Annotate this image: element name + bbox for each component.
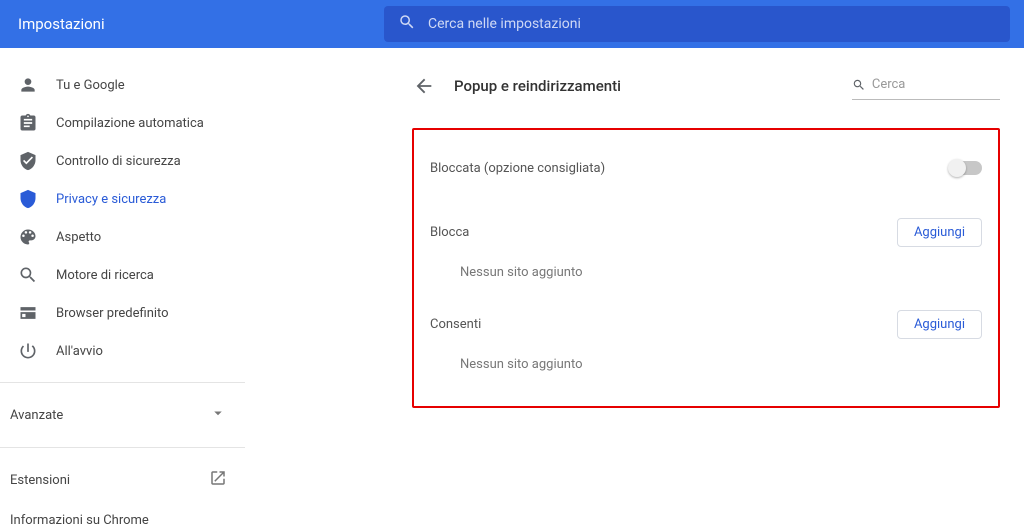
app-header: Impostazioni bbox=[0, 0, 1024, 48]
search-icon bbox=[18, 265, 38, 285]
sidebar-item-label: Browser predefinito bbox=[56, 306, 169, 321]
sidebar-item-label: All'avvio bbox=[56, 344, 103, 359]
sidebar-divider bbox=[0, 447, 245, 448]
block-empty-text: Nessun sito aggiunto bbox=[430, 253, 982, 298]
sidebar-advanced[interactable]: Avanzate bbox=[0, 395, 245, 435]
sidebar-item-label: Motore di ricerca bbox=[56, 268, 154, 283]
sidebar-item-autofill[interactable]: Compilazione automatica bbox=[0, 104, 245, 142]
sidebar-item-you-and-google[interactable]: Tu e Google bbox=[0, 66, 245, 104]
global-search[interactable] bbox=[384, 6, 1010, 42]
page-search[interactable] bbox=[852, 72, 1000, 100]
sidebar-item-label: Compilazione automatica bbox=[56, 116, 204, 131]
add-allow-button[interactable]: Aggiungi bbox=[897, 310, 982, 339]
sidebar-extensions[interactable]: Estensioni bbox=[0, 460, 245, 500]
sidebar-item-appearance[interactable]: Aspetto bbox=[0, 218, 245, 256]
sidebar-advanced-label: Avanzate bbox=[10, 408, 63, 423]
allow-section-title: Consenti bbox=[430, 317, 481, 332]
sidebar-item-default-browser[interactable]: Browser predefinito bbox=[0, 294, 245, 332]
allow-empty-text: Nessun sito aggiunto bbox=[430, 345, 982, 390]
block-section-title: Blocca bbox=[430, 225, 469, 240]
setting-row-blocked-recommended: Bloccata (opzione consigliata) bbox=[430, 148, 982, 188]
back-button[interactable] bbox=[412, 74, 436, 98]
settings-panel: Bloccata (opzione consigliata) Blocca Ag… bbox=[412, 128, 1000, 408]
sidebar-item-label: Privacy e sicurezza bbox=[56, 192, 166, 207]
palette-icon bbox=[18, 227, 38, 247]
shield-icon bbox=[18, 189, 38, 209]
app-title: Impostazioni bbox=[0, 15, 384, 33]
sidebar-item-label: Aspetto bbox=[56, 230, 101, 245]
browser-icon bbox=[18, 303, 38, 323]
sidebar-item-label: Tu e Google bbox=[56, 78, 125, 93]
page-search-input[interactable] bbox=[872, 77, 1000, 92]
sidebar-extensions-label: Estensioni bbox=[10, 473, 70, 488]
sidebar: Tu e Google Compilazione automatica Cont… bbox=[0, 48, 384, 526]
sidebar-about-label: Informazioni su Chrome bbox=[10, 513, 149, 526]
search-icon bbox=[398, 13, 416, 35]
external-link-icon bbox=[209, 469, 227, 491]
sidebar-item-safety-check[interactable]: Controllo di sicurezza bbox=[0, 142, 245, 180]
block-section: Blocca Aggiungi Nessun sito aggiunto bbox=[430, 212, 982, 298]
sidebar-item-search-engine[interactable]: Motore di ricerca bbox=[0, 256, 245, 294]
main-content: Popup e reindirizzamenti Bloccata (opzio… bbox=[384, 48, 1024, 526]
sidebar-divider bbox=[0, 382, 245, 383]
page-header: Popup e reindirizzamenti bbox=[412, 72, 1000, 100]
add-block-button[interactable]: Aggiungi bbox=[897, 218, 982, 247]
search-icon bbox=[852, 77, 866, 93]
page-title: Popup e reindirizzamenti bbox=[454, 77, 852, 95]
setting-label: Bloccata (opzione consigliata) bbox=[430, 161, 605, 176]
sidebar-item-privacy-security[interactable]: Privacy e sicurezza bbox=[0, 180, 245, 218]
sidebar-item-label: Controllo di sicurezza bbox=[56, 154, 181, 169]
person-icon bbox=[18, 75, 38, 95]
clipboard-icon bbox=[18, 113, 38, 133]
allow-section: Consenti Aggiungi Nessun sito aggiunto bbox=[430, 304, 982, 390]
global-search-input[interactable] bbox=[428, 16, 996, 32]
sidebar-item-on-startup[interactable]: All'avvio bbox=[0, 332, 245, 370]
sidebar-about[interactable]: Informazioni su Chrome bbox=[0, 500, 245, 526]
chevron-down-icon bbox=[209, 404, 227, 426]
power-icon bbox=[18, 341, 38, 361]
blocked-toggle[interactable] bbox=[950, 161, 982, 175]
shield-check-icon bbox=[18, 151, 38, 171]
